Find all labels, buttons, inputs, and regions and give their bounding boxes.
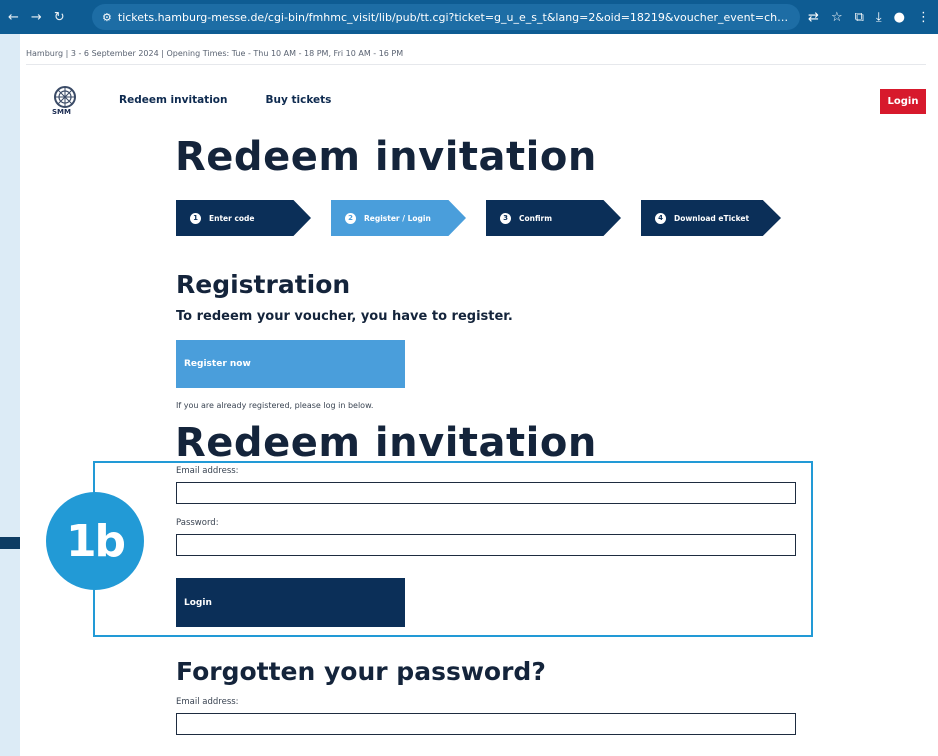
forward-icon[interactable]: → [31,10,42,25]
nav-buy-tickets[interactable]: Buy tickets [266,94,332,106]
address-bar[interactable]: ⚙ tickets.hamburg-messe.de/cgi-bin/fmhmc… [92,4,801,30]
password-field[interactable] [176,534,796,556]
top-navigation: Redeem invitation Buy tickets [119,94,331,106]
step-enter-code: 1 Enter code [176,200,311,236]
step-number: 3 [500,212,511,224]
url-text: tickets.hamburg-messe.de/cgi-bin/fmhmc_v… [117,10,790,24]
extensions-icon[interactable]: ⧉ [855,10,864,25]
register-now-label: Register now [184,359,251,369]
register-now-button[interactable]: Register now [176,340,405,388]
email-field[interactable] [176,482,796,504]
logo-text: SMM [52,108,71,116]
step-label: Register / Login [364,213,431,223]
step-label: Download eTicket [674,213,750,223]
page-title: Redeem invitation [175,134,597,180]
login-button[interactable]: Login [176,578,405,627]
event-info-bar: Hamburg | 3 - 6 September 2024 | Opening… [26,42,926,65]
login-button-label: Login [184,597,212,608]
browser-toolbar: ← → ↻ ⚙ tickets.hamburg-messe.de/cgi-bin… [0,0,938,34]
forgot-password-heading: Forgotten your password? [176,657,546,686]
step-label: Enter code [209,213,255,223]
step-number: 2 [345,212,356,224]
login-section-title: Redeem invitation [175,420,597,466]
step-download-eticket: 4 Download eTicket [641,200,781,236]
step-number: 1 [190,212,201,224]
download-icon[interactable]: ⤓ [876,10,882,25]
profile-icon[interactable]: ● [894,10,905,25]
step-register-login: 2 Register / Login [331,200,466,236]
password-label: Password: [176,518,219,528]
forgot-email-field[interactable] [176,713,796,735]
registration-heading: Registration [176,270,351,299]
translate-icon[interactable]: ⇄ [808,10,819,25]
header-login-button[interactable]: Login [880,89,926,114]
browser-actions: ⇄ ☆ ⧉ ⤓ ● ⋮ [808,10,938,25]
browser-nav: ← → ↻ [0,10,92,25]
registration-lead: To redeem your voucher, you have to regi… [176,309,513,324]
step-label: Confirm [519,213,553,223]
event-info-text: Hamburg | 3 - 6 September 2024 | Opening… [26,48,404,58]
site-settings-icon[interactable]: ⚙ [102,11,112,24]
step-confirm: 3 Confirm [486,200,621,236]
reload-icon[interactable]: ↻ [54,10,65,25]
email-label: Email address: [176,466,239,476]
star-icon[interactable]: ☆ [831,10,843,25]
annotation-badge: 1b [46,492,144,590]
menu-icon[interactable]: ⋮ [917,10,930,25]
back-icon[interactable]: ← [8,10,19,25]
already-registered-note: If you are already registered, please lo… [176,401,374,410]
forgot-email-label: Email address: [176,697,239,707]
nav-redeem-invitation[interactable]: Redeem invitation [119,94,228,106]
step-number: 4 [655,212,666,224]
